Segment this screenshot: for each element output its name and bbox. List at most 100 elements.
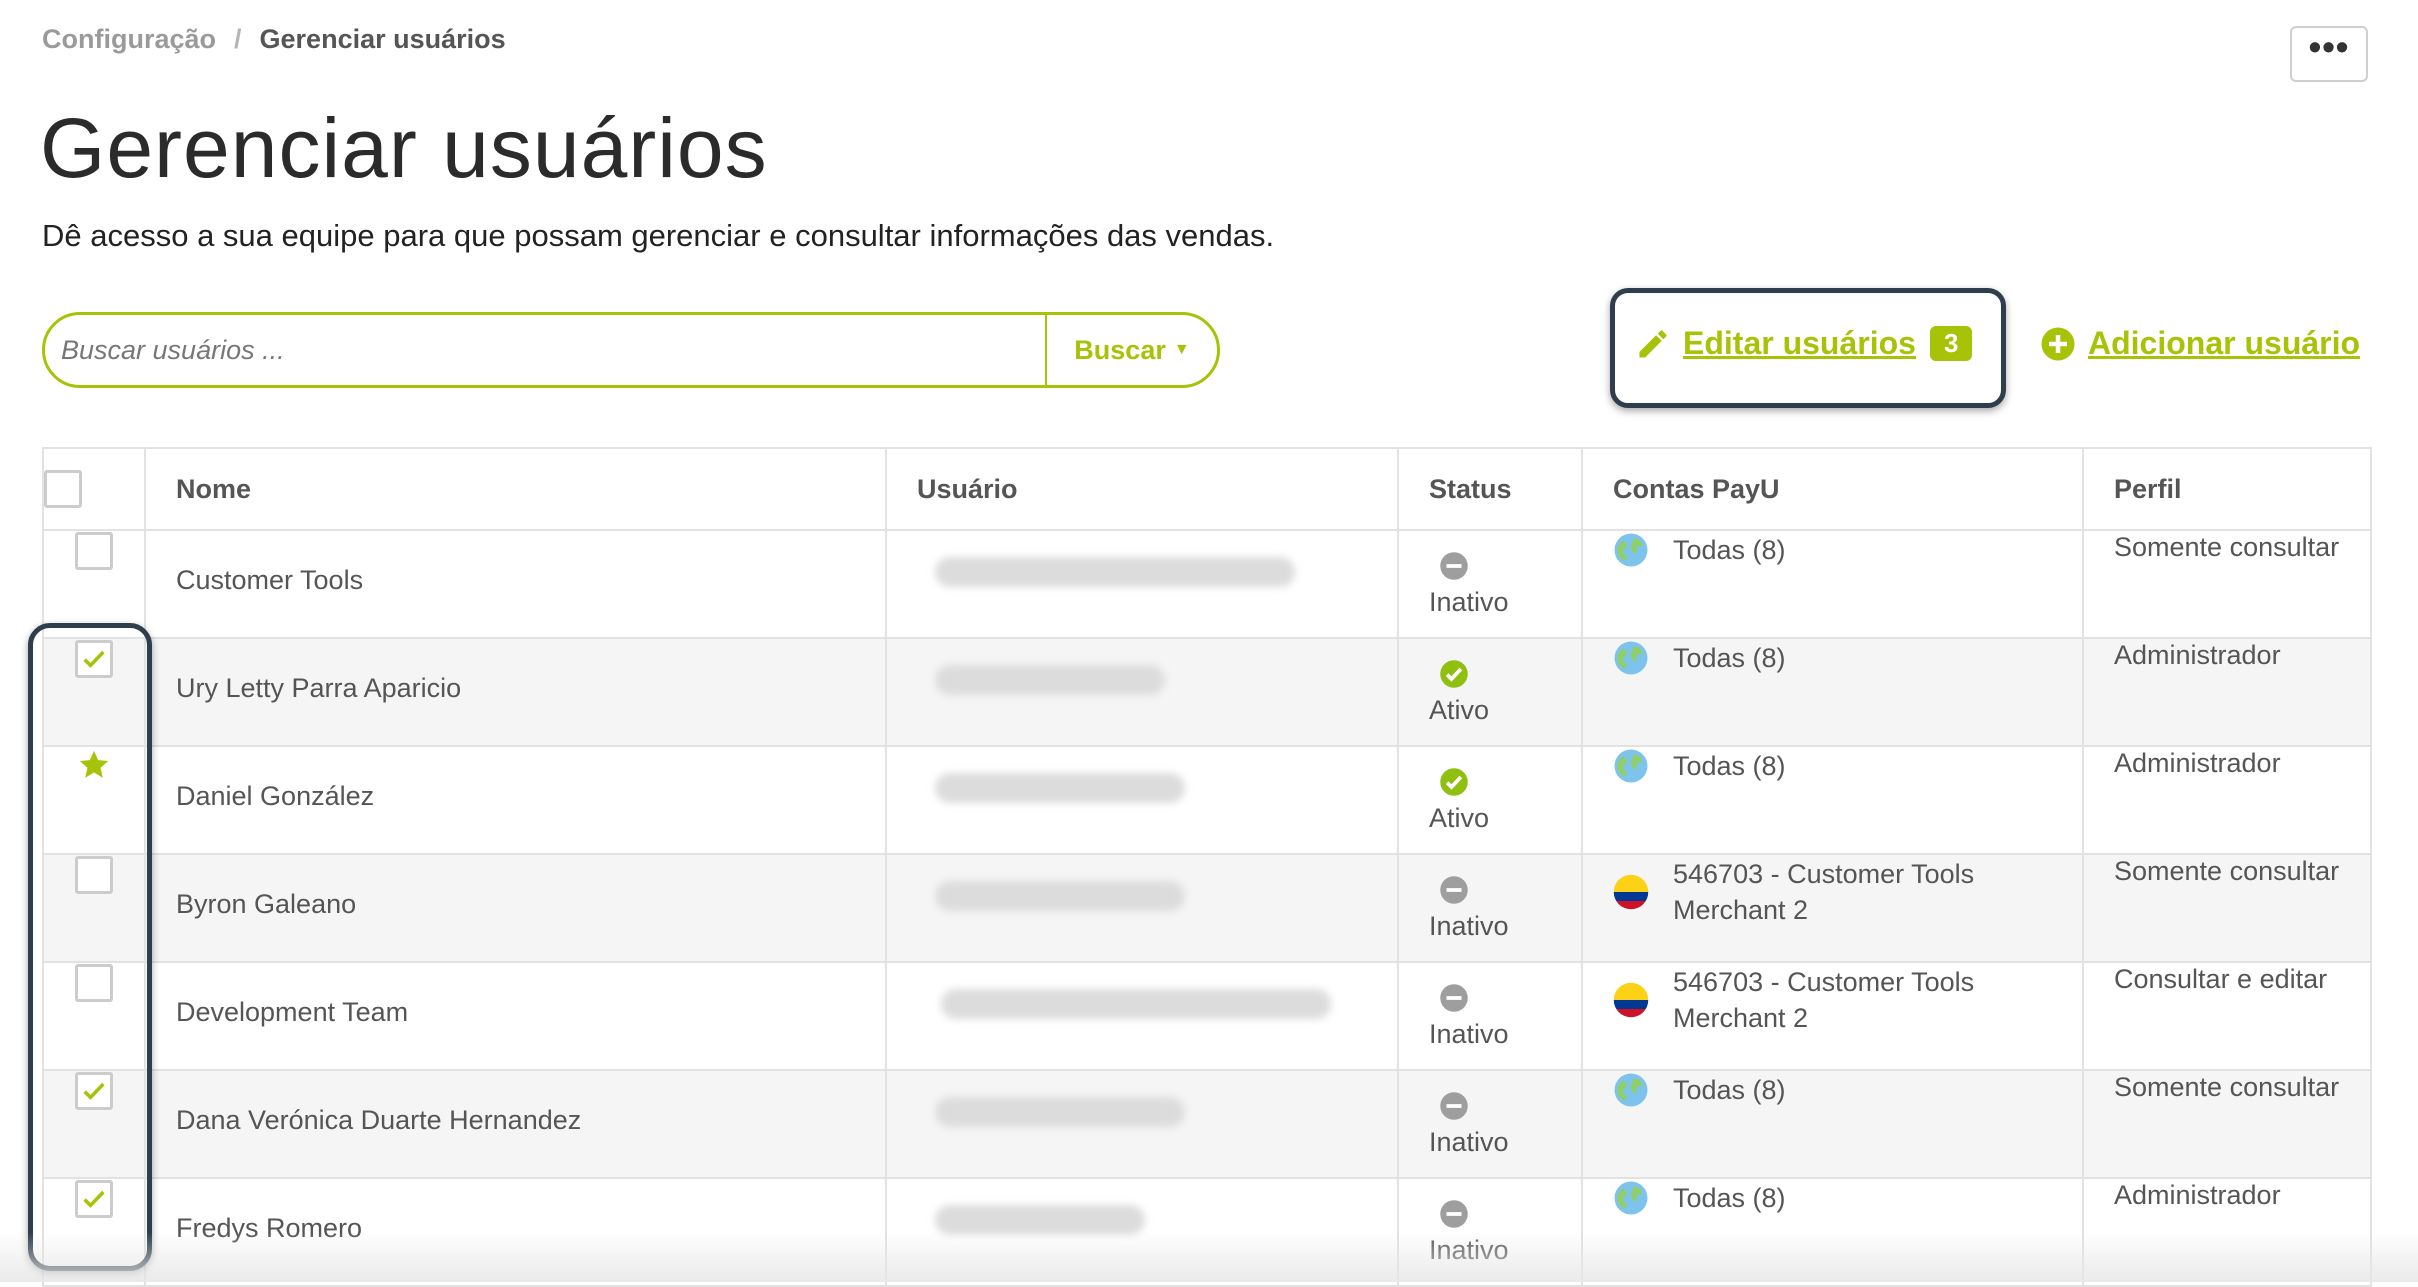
column-header-name[interactable]: Nome	[144, 447, 887, 531]
user-name: Ury Letty Parra Aparicio	[144, 637, 887, 747]
select-cell	[42, 1177, 146, 1287]
status-cell: Inativo	[1397, 529, 1583, 639]
table-row[interactable]: Development Team Inativo 546703 - Custom…	[42, 961, 2372, 1071]
status-label: Ativo	[1429, 695, 1490, 725]
user-name: Daniel González	[144, 745, 887, 855]
redacted-email	[935, 665, 1165, 695]
pencil-icon	[1639, 329, 1667, 357]
select-cell	[42, 853, 146, 963]
profile-cell: Administrador	[2082, 1177, 2372, 1287]
select-cell	[42, 1069, 146, 1179]
accounts-cell: Todas (8)	[1581, 1177, 2084, 1287]
minus-circle-icon	[1440, 1092, 1468, 1120]
plus-circle-icon	[2041, 327, 2075, 360]
minus-circle-icon	[1440, 876, 1468, 904]
colombia-flag-icon	[1613, 874, 1649, 910]
user-name: Fredys Romero	[144, 1177, 887, 1287]
column-header-accounts[interactable]: Contas PayU	[1581, 447, 2084, 531]
table-row[interactable]: Fredys Romero Inativo Todas (8) Administ…	[42, 1177, 2372, 1287]
select-cell	[42, 745, 146, 855]
search-bar: Buscar ▼	[42, 312, 1220, 388]
account-label: 546703 - Customer Tools Merchant 2	[1673, 967, 1975, 1033]
ellipsis-icon: •••	[2308, 26, 2350, 67]
user-email-cell	[885, 853, 1399, 963]
profile-cell: Administrador	[2082, 637, 2372, 747]
status-label: Ativo	[1429, 803, 1490, 833]
search-button-label: Buscar	[1074, 334, 1166, 365]
select-all-checkbox[interactable]	[44, 470, 82, 508]
search-input[interactable]	[45, 315, 1045, 385]
column-header-profile[interactable]: Perfil	[2082, 447, 2372, 531]
row-checkbox-checked[interactable]	[74, 1072, 113, 1110]
row-checkbox[interactable]	[74, 964, 113, 1002]
column-header-status[interactable]: Status	[1397, 447, 1583, 531]
breadcrumb: Configuração / Gerenciar usuários	[42, 24, 506, 55]
profile-cell: Consultar e editar	[2082, 961, 2372, 1071]
status-cell: Inativo	[1397, 961, 1583, 1071]
selected-count-badge: 3	[1929, 326, 1973, 361]
status-cell: Inativo	[1397, 853, 1583, 963]
globe-icon	[1614, 1073, 1648, 1107]
user-email-cell	[885, 529, 1399, 639]
check-circle-icon	[1440, 768, 1468, 796]
profile-cell: Administrador	[2082, 745, 2372, 855]
user-email-cell	[885, 637, 1399, 747]
row-checkbox-checked[interactable]	[74, 1180, 113, 1218]
table-row[interactable]: Ury Letty Parra Aparicio Ativo Todas (8)…	[42, 637, 2372, 747]
select-all-cell	[42, 447, 146, 531]
add-user-button[interactable]: Adicionar usuário	[2040, 325, 2360, 362]
select-cell	[42, 961, 146, 1071]
minus-circle-icon	[1440, 984, 1468, 1012]
accounts-cell: Todas (8)	[1581, 745, 2084, 855]
more-options-button[interactable]: •••	[2290, 26, 2368, 82]
table-header-row: Nome Usuário Status Contas PayU Perfil	[42, 447, 2372, 531]
profile-cell: Somente consultar	[2082, 529, 2372, 639]
colombia-flag-icon	[1613, 982, 1649, 1018]
status-label: Inativo	[1429, 1127, 1509, 1157]
select-cell	[42, 529, 146, 639]
minus-circle-icon	[1440, 552, 1468, 580]
user-name: Development Team	[144, 961, 887, 1071]
row-checkbox-checked[interactable]	[74, 640, 113, 678]
page-subtitle: Dê acesso a sua equipe para que possam g…	[42, 218, 1275, 253]
status-label: Inativo	[1429, 1235, 1509, 1265]
row-checkbox[interactable]	[74, 856, 113, 894]
table-row[interactable]: Daniel González Ativo Todas (8) Administ…	[42, 745, 2372, 855]
status-label: Inativo	[1429, 911, 1509, 941]
redacted-email	[935, 773, 1185, 803]
search-button[interactable]: Buscar ▼	[1045, 315, 1217, 385]
globe-icon	[1614, 641, 1648, 675]
account-label: Todas (8)	[1673, 535, 1786, 565]
table-row[interactable]: Byron Galeano Inativo 546703 - Customer …	[42, 853, 2372, 963]
checkmark-icon	[82, 1190, 105, 1208]
globe-icon	[1614, 749, 1648, 783]
table-row[interactable]: Dana Verónica Duarte Hernandez Inativo T…	[42, 1069, 2372, 1179]
breadcrumb-link-configuracao[interactable]: Configuração	[42, 24, 216, 54]
table-row[interactable]: Customer Tools Inativo Todas (8) Somente…	[42, 529, 2372, 639]
user-name: Byron Galeano	[144, 853, 887, 963]
user-email-cell	[885, 1177, 1399, 1287]
account-label: 546703 - Customer Tools Merchant 2	[1673, 859, 1975, 925]
account-label: Todas (8)	[1673, 1183, 1786, 1213]
row-checkbox[interactable]	[74, 532, 113, 570]
column-header-user[interactable]: Usuário	[885, 447, 1399, 531]
account-label: Todas (8)	[1673, 1075, 1786, 1105]
page-title: Gerenciar usuários	[40, 101, 768, 195]
user-email-cell	[885, 745, 1399, 855]
user-name: Dana Verónica Duarte Hernandez	[144, 1069, 887, 1179]
checkmark-icon	[82, 650, 105, 668]
edit-users-button[interactable]: Editar usuários 3	[1635, 325, 1973, 362]
select-cell	[42, 637, 146, 747]
accounts-cell: 546703 - Customer Tools Merchant 2	[1581, 961, 2084, 1071]
user-email-cell	[885, 961, 1399, 1071]
accounts-cell: Todas (8)	[1581, 1069, 2084, 1179]
accounts-cell: 546703 - Customer Tools Merchant 2	[1581, 853, 2084, 963]
edit-users-label: Editar usuários	[1683, 325, 1916, 361]
breadcrumb-separator: /	[234, 24, 242, 54]
caret-down-icon: ▼	[1173, 341, 1190, 358]
user-name: Customer Tools	[144, 529, 887, 639]
breadcrumb-current: Gerenciar usuários	[259, 24, 506, 54]
redacted-email	[941, 989, 1331, 1019]
redacted-email	[935, 1097, 1185, 1127]
checkmark-icon	[82, 1082, 105, 1100]
